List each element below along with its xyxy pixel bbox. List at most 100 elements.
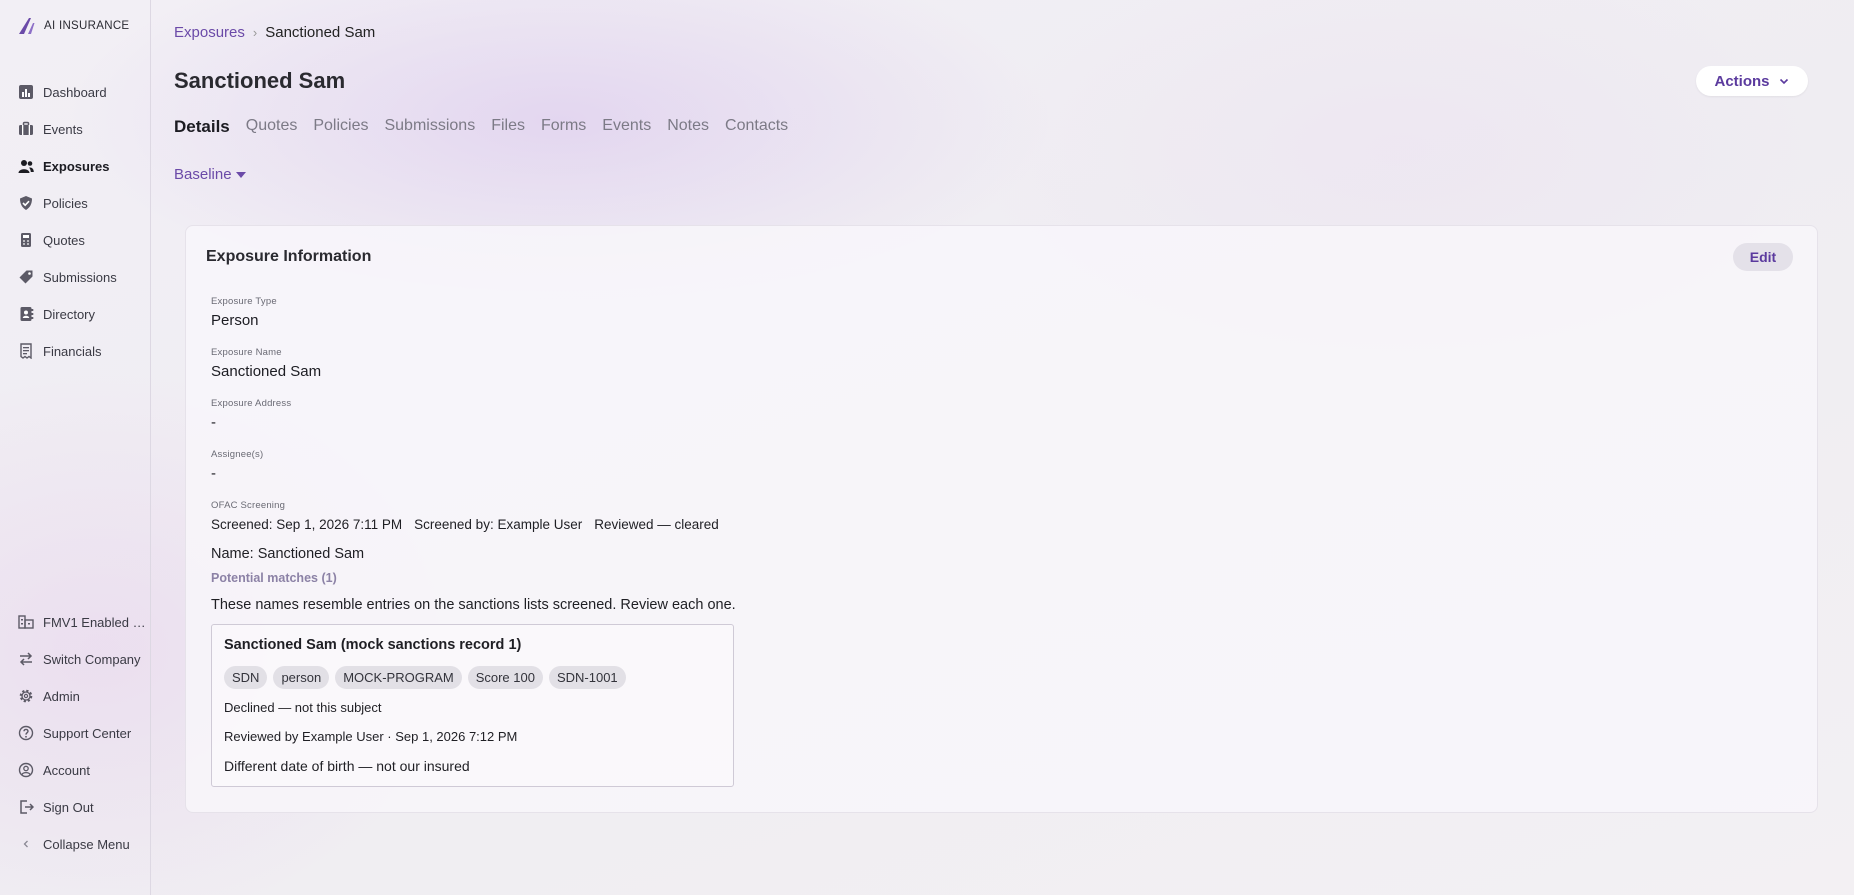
ofac-screened-date: Screened: Sep 1, 2026 7:11 PM [211,517,403,532]
sidebar-item-label: Admin [43,688,80,704]
sidebar-item-admin[interactable]: Admin [18,685,80,707]
sidebar-item-support-center[interactable]: Support Center [18,722,131,744]
field-label: OFAC Screening [211,500,286,511]
sidebar-item-label: Account [43,762,90,778]
sidebar-item-sign-out[interactable]: Sign Out [18,796,94,818]
baseline-label: Baseline [174,166,232,183]
match-note: Different date of birth — not our insure… [224,758,470,774]
tab-policies[interactable]: Policies [313,117,368,137]
ofac-summary: Screened: Sep 1, 2026 7:11 PM Screened b… [211,517,719,532]
brand-logo[interactable]: AI INSURANCE [16,15,129,37]
field-label: Exposure Name [211,347,282,358]
potential-matches-heading: Potential matches (1) [211,571,337,585]
tab-bar: Details Quotes Policies Submissions File… [174,117,788,137]
field-exposure-type: Exposure Type Person [211,296,277,329]
field-exposure-address: Exposure Address - [211,398,291,431]
breadcrumb-current: Sanctioned Sam [265,24,376,41]
sidebar-item-account[interactable]: Account [18,759,90,781]
match-chip-id: SDN-1001 [548,666,626,689]
actions-button[interactable]: Actions [1696,66,1808,96]
ofac-name: Name: Sanctioned Sam [211,546,365,562]
ofac-screened-by: Screened by: Example User [414,517,583,532]
sidebar-item-switch-company[interactable]: Switch Company [18,648,141,670]
switch-icon [19,652,33,666]
match-chips: SDN person MOCK-PROGRAM Score 100 SDN-10… [224,666,626,689]
sidebar-item-label: Quotes [43,232,85,248]
match-chip-score: Score 100 [467,666,543,689]
sidebar-item-label: FMV1 Enabled C... [43,614,151,630]
chevron-left-icon [23,840,28,848]
sidebar-item-label: Directory [43,306,96,322]
tab-submissions[interactable]: Submissions [384,117,475,137]
address-book-icon [20,307,34,321]
gear-icon [19,689,33,703]
field-assignees: Assignee(s) - [211,449,263,482]
actions-button-label: Actions [1714,72,1770,90]
edit-button[interactable]: Edit [1733,243,1793,271]
sidebar-item-quotes[interactable]: Quotes [18,229,85,251]
tab-events[interactable]: Events [602,117,651,137]
sidebar-item-label: Switch Company [43,651,141,667]
sidebar-item-submissions[interactable]: Submissions [18,266,117,288]
potential-matches-description: These names resemble entries on the sanc… [211,597,736,613]
sidebar-item-label: Events [43,121,83,137]
brand-mark-icon [19,18,35,34]
match-record: Sanctioned Sam (mock sanctions record 1)… [211,624,734,787]
sidebar-item-events[interactable]: Events [18,118,83,140]
page-title: Sanctioned Sam [174,68,346,93]
field-value: Sanctioned Sam [211,363,322,380]
chart-icon [19,85,33,99]
ofac-status: Reviewed — cleared [594,517,719,532]
match-chip-program: MOCK-PROGRAM [335,666,462,689]
tab-contacts[interactable]: Contacts [725,117,788,137]
match-decision: Declined — not this subject [224,700,382,715]
sidebar-item-collapse-menu[interactable]: Collapse Menu [18,833,130,855]
brand-name: AI INSURANCE [44,20,130,32]
help-icon [18,725,34,741]
sidebar: AI INSURANCE Dashboard Events Exposures … [0,0,151,895]
sidebar-item-label: Support Center [43,725,132,741]
breadcrumb: Exposures › Sanctioned Sam [174,24,375,41]
caret-down-icon [235,171,246,178]
sidebar-item-label: Sign Out [43,799,94,815]
building-icon [18,615,34,629]
tab-forms[interactable]: Forms [541,117,586,137]
sign-out-icon [20,800,34,814]
tab-notes[interactable]: Notes [667,117,709,137]
sidebar-item-company[interactable]: FMV1 Enabled C... [18,611,151,633]
breadcrumb-separator-icon: › [252,25,258,40]
sidebar-item-label: Collapse Menu [43,836,130,852]
field-label: Assignee(s) [211,449,264,460]
match-chip-list: SDN [224,666,268,689]
exposure-information-card: Exposure Information Edit Exposure Type … [185,225,1818,813]
match-title: Sanctioned Sam (mock sanctions record 1) [224,637,522,653]
breadcrumb-parent-link[interactable]: Exposures [174,24,245,41]
user-circle-icon [18,762,34,778]
chevron-down-icon [1779,78,1788,85]
card-title: Exposure Information [206,248,372,265]
sidebar-item-exposures[interactable]: Exposures [18,155,109,177]
users-icon [18,160,34,173]
baseline-dropdown[interactable]: Baseline [174,166,246,183]
sidebar-item-label: Exposures [43,158,110,174]
field-label: Exposure Type [211,296,277,307]
tab-quotes[interactable]: Quotes [246,117,298,137]
match-reviewed: Reviewed by Example User · Sep 1, 2026 7… [224,729,518,744]
tab-details[interactable]: Details [174,117,230,137]
sidebar-item-financials[interactable]: Financials [18,340,102,362]
sidebar-item-dashboard[interactable]: Dashboard [18,81,107,103]
calculator-icon [21,233,31,247]
field-value: - [211,465,216,482]
sidebar-item-policies[interactable]: Policies [18,192,88,214]
field-ofac-screening: OFAC Screening [211,500,285,511]
field-value: Person [211,312,259,329]
shield-check-icon [20,196,32,210]
sidebar-item-label: Financials [43,343,102,359]
match-chip-type: person [273,666,330,689]
tab-files[interactable]: Files [491,117,525,137]
field-label: Exposure Address [211,398,292,409]
sidebar-item-directory[interactable]: Directory [18,303,95,325]
tag-icon [19,270,33,284]
field-exposure-name: Exposure Name Sanctioned Sam [211,347,321,380]
sidebar-item-label: Dashboard [43,84,107,100]
